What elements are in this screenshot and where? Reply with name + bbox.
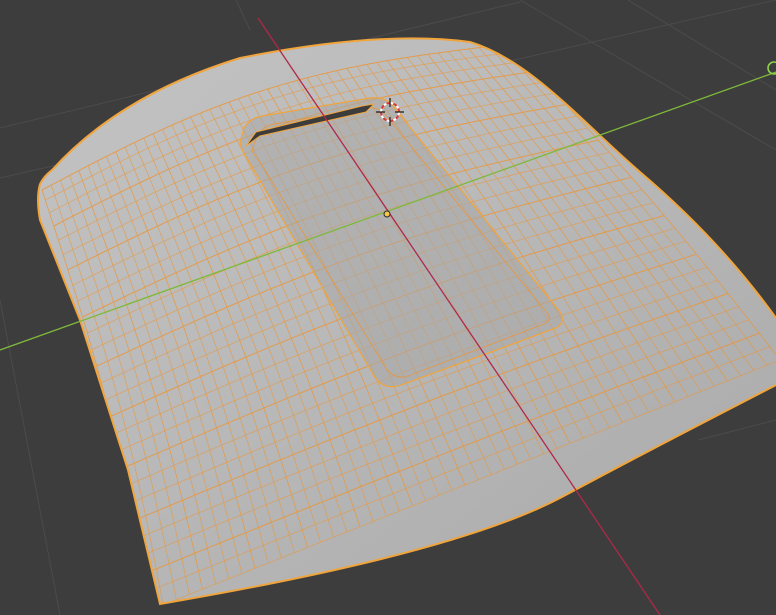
viewport-canvas[interactable] — [0, 0, 776, 615]
object-origin-icon[interactable] — [383, 210, 391, 218]
3d-viewport[interactable] — [0, 0, 776, 615]
